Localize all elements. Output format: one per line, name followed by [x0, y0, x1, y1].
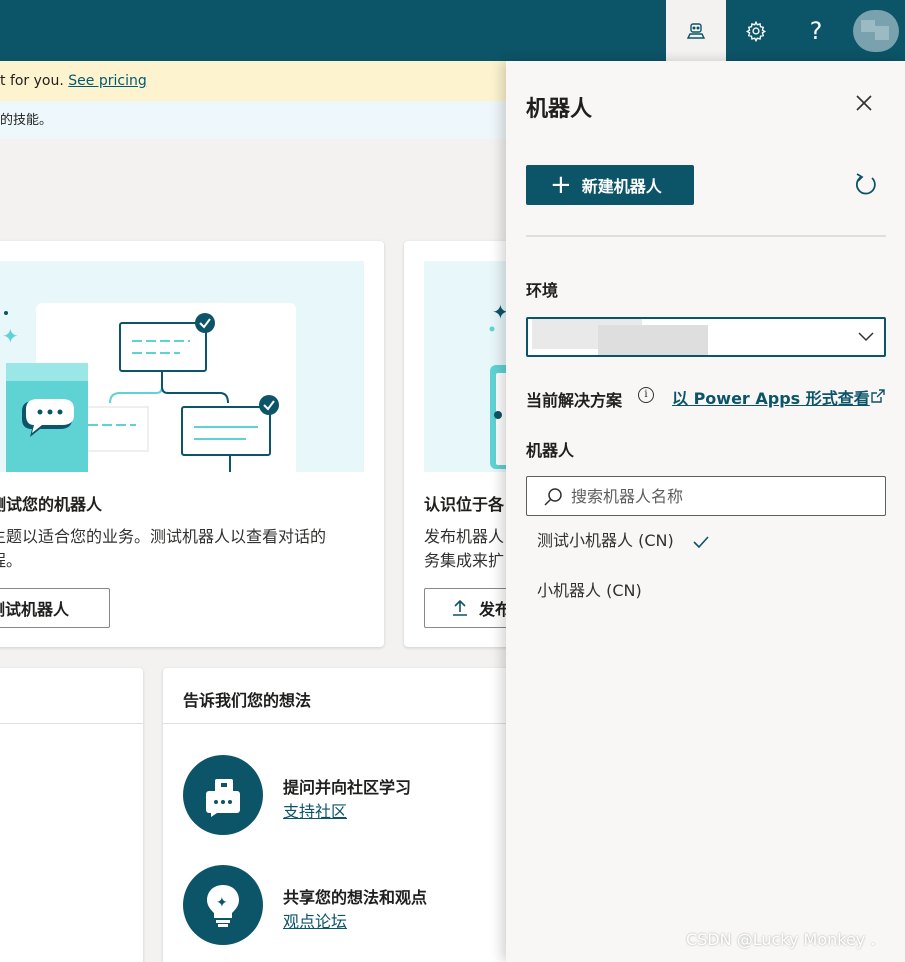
bot-list-item[interactable]: 小机器人 (CN) [526, 571, 886, 611]
feedback-card: 告诉我们您的想法 提问并向社区学习 支持社区 ✦ 共享您的想法和观点 观点论坛 [163, 668, 563, 962]
flow-illustration: ✦ [0, 261, 364, 472]
card-description-line1: 主题以适合您的业务。测试机器人以查看对话的 [0, 527, 327, 546]
card-description-line1: 发布机器人 [424, 527, 505, 546]
close-icon[interactable] [852, 91, 876, 115]
environment-select[interactable] [526, 317, 886, 357]
feedback-title: 告诉我们您的想法 [183, 691, 312, 710]
card-title: 测试您的机器人 [0, 495, 103, 514]
divider [0, 723, 143, 724]
chevron-down-icon [858, 332, 874, 342]
help-icon[interactable]: ? [786, 0, 846, 61]
ideas-item-title: 共享您的想法和观点 [283, 888, 428, 907]
svg-text:✦: ✦ [2, 324, 19, 348]
bots-panel: 机器人 + 新建机器人 环境 当前解决方案 i 以 Power Apps 形式查… [506, 61, 905, 962]
bot-name: 测试小机器人 (CN) [537, 531, 674, 550]
test-bot-card: ✦ 测试您的机器人 主题以适合您的业务。测试机器人以查看对话的 。 试机器人 [0, 241, 384, 647]
test-bot-button[interactable]: 测试机器人 [0, 588, 110, 628]
divider [526, 235, 886, 237]
card-description-line2: 程。 [0, 551, 23, 570]
bottom-left-card [0, 668, 143, 962]
community-item-title: 提问并向社区学习 [283, 778, 412, 797]
new-bot-button-label: 新建机器人 [581, 177, 662, 196]
plus-icon: + [550, 170, 572, 200]
test-bot-button-label: 测试机器人 [0, 600, 70, 619]
chat-bubbles-icon [183, 755, 263, 835]
external-link-icon [871, 389, 885, 403]
support-community-link[interactable]: 支持社区 [283, 798, 347, 822]
avatar[interactable] [853, 10, 899, 52]
divider [163, 723, 563, 724]
blurred-text [598, 325, 708, 355]
upload-icon [453, 599, 467, 616]
trial-banner-text: t for you. [0, 73, 64, 89]
card-title: 认识位于各 [424, 495, 505, 514]
gear-icon[interactable] [726, 0, 786, 61]
panel-title: 机器人 [526, 97, 593, 122]
current-solution-label: 当前解决方案 [526, 391, 623, 410]
see-pricing-link[interactable]: See pricing [68, 73, 146, 89]
bot-icon[interactable] [666, 0, 726, 61]
view-as-power-apps-link[interactable]: 以 Power Apps 形式查看 [672, 385, 870, 409]
new-bot-button[interactable]: + 新建机器人 [526, 165, 694, 205]
card-description-line2: 务集成来扩 [424, 551, 505, 570]
lightbulb-icon: ✦ [183, 865, 263, 945]
environment-label: 环境 [526, 281, 559, 300]
info-banner-text: 的技能。 [0, 113, 53, 128]
search-icon [544, 488, 562, 506]
checkmark-icon [693, 535, 709, 548]
bot-name: 小机器人 (CN) [537, 581, 642, 600]
bot-list-item[interactable]: 测试小机器人 (CN) [526, 521, 886, 561]
svg-text:✦: ✦ [216, 895, 228, 911]
bot-search-field[interactable] [526, 476, 886, 516]
ideas-forum-link[interactable]: 观点论坛 [283, 908, 347, 932]
top-header-bar: ? [0, 0, 905, 61]
info-icon[interactable]: i [638, 387, 654, 403]
bots-section-label: 机器人 [526, 441, 575, 460]
watermark: CSDN @Lucky Monkey . [686, 930, 876, 949]
refresh-icon[interactable] [852, 171, 880, 199]
bot-search-input[interactable] [571, 485, 871, 507]
